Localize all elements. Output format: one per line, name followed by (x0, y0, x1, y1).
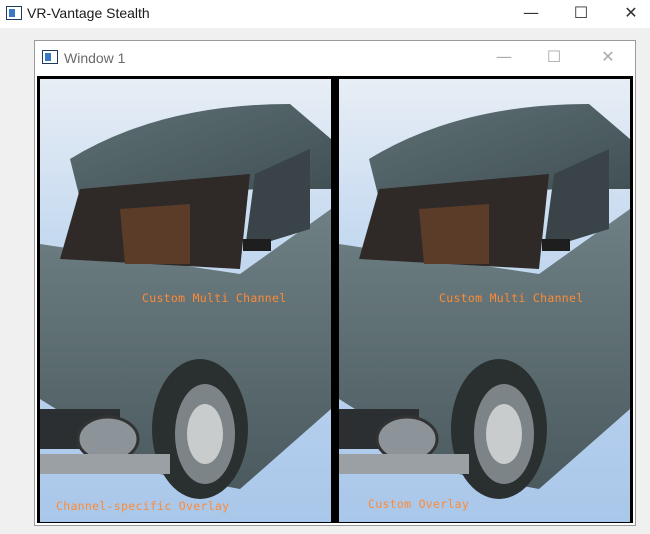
app-title: VR-Vantage Stealth (27, 5, 150, 21)
center-overlay-text: Custom Multi Channel (439, 291, 584, 305)
minimize-button[interactable]: — (508, 0, 554, 28)
app-window-icon (6, 6, 22, 20)
child-close-button[interactable]: ✕ (585, 41, 631, 75)
child-window-title: Window 1 (64, 50, 126, 66)
window-icon (42, 50, 58, 64)
close-button[interactable]: ✕ (608, 0, 650, 28)
right-viewport[interactable]: Custom Multi Channel Custom Overlay (339, 79, 630, 522)
left-viewport[interactable]: Custom Multi Channel Channel-specific Ov… (40, 79, 331, 522)
bottom-overlay-text: Channel-specific Overlay (56, 499, 230, 513)
child-minimize-button[interactable]: — (481, 41, 527, 75)
child-window: Window 1 — ☐ ✕ Custom Multi Channel Chan… (34, 40, 636, 526)
bottom-overlay-text: Custom Overlay (368, 497, 470, 511)
app-titlebar: VR-Vantage Stealth — ☐ ✕ (0, 0, 650, 28)
render-view-area: Custom Multi Channel Channel-specific Ov… (37, 76, 633, 523)
center-overlay-text: Custom Multi Channel (142, 291, 287, 305)
maximize-button[interactable]: ☐ (558, 0, 604, 28)
child-titlebar[interactable]: Window 1 — ☐ ✕ (35, 41, 635, 75)
child-maximize-button[interactable]: ☐ (531, 41, 577, 75)
